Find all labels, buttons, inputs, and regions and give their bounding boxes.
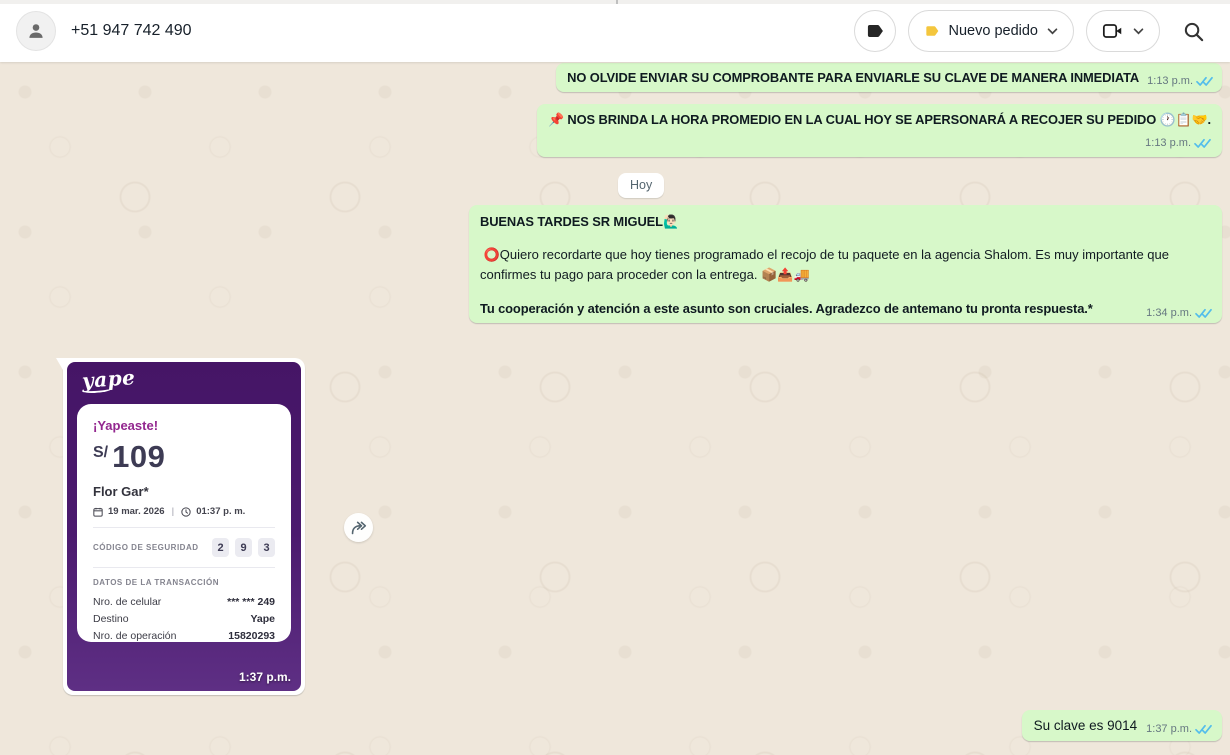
search-button[interactable] (1176, 14, 1210, 48)
order-status-label: Nuevo pedido (949, 23, 1039, 39)
read-receipt-icon (1196, 76, 1213, 87)
outgoing-message-1: NO OLVIDE ENVIAR SU COMPROBANTE PARA ENV… (556, 63, 1222, 92)
clock-icon (181, 507, 191, 517)
read-receipt-icon (1195, 308, 1212, 319)
receipt-time: 01:37 p. m. (196, 506, 245, 517)
forward-message-button[interactable] (344, 513, 373, 542)
row-label: Destino (93, 613, 129, 625)
outgoing-message-3: BUENAS TARDES SR MIGUEL🙋🏻‍♂️ ⭕Quiero rec… (469, 205, 1222, 323)
bubble-tail (56, 358, 63, 370)
message-closing: Tu cooperación y atención a este asunto … (480, 301, 1134, 316)
security-code-label: CÓDIGO DE SEGURIDAD (93, 543, 199, 552)
contact-avatar[interactable] (16, 11, 56, 51)
receipt-card: ¡Yapeaste! S/ 109 Flor Gar* 19 mar. 2026 (77, 404, 291, 642)
separator: | (172, 506, 175, 517)
digit-box: 3 (258, 538, 275, 557)
receipt-amount: S/ 109 (93, 441, 275, 472)
video-camera-icon (1102, 22, 1124, 40)
person-icon (25, 20, 47, 42)
search-icon (1182, 20, 1205, 43)
message-text: Su clave es 9014 (1034, 718, 1138, 733)
chevron-down-icon (1047, 28, 1058, 35)
receipt-datetime: 19 mar. 2026 | 01:37 p. m. (93, 506, 275, 517)
transaction-row: Nro. de operación 15820293 (93, 630, 275, 642)
receipt-title: ¡Yapeaste! (93, 418, 275, 433)
row-value: 15820293 (228, 630, 275, 642)
incoming-image-message[interactable]: yape ¡Yapeaste! S/ 109 Flor Gar* (63, 358, 305, 695)
row-label: Nro. de operación (93, 630, 176, 642)
scrollbar-tick (616, 0, 618, 4)
row-label: Nro. de celular (93, 596, 161, 608)
transaction-section-label: DATOS DE LA TRANSACCIÓN (93, 578, 275, 587)
read-receipt-icon (1194, 138, 1211, 149)
message-greeting: BUENAS TARDES SR MIGUEL🙋🏻‍♂️ (480, 214, 1212, 230)
security-digits: 2 9 3 (212, 538, 275, 557)
amount-value: 109 (112, 441, 165, 472)
message-time: 1:37 p.m. (1146, 723, 1192, 735)
divider (93, 567, 275, 568)
message-text: 📌 NOS BRINDA LA HORA PROMEDIO EN LA CUAL… (548, 112, 1211, 128)
message-meta: 1:34 p.m. (1146, 307, 1212, 319)
receipt-date: 19 mar. 2026 (108, 506, 165, 517)
outgoing-message-2: 📌 NOS BRINDA LA HORA PROMEDIO EN LA CUAL… (537, 104, 1222, 157)
digit-box: 9 (235, 538, 252, 557)
contact-phone-title[interactable]: +51 947 742 490 (71, 22, 192, 40)
read-receipt-icon (1195, 724, 1212, 735)
message-meta: 1:13 p.m. (1147, 75, 1213, 87)
row-value: Yape (250, 613, 275, 625)
message-text: NO OLVIDE ENVIAR SU COMPROBANTE PARA ENV… (567, 70, 1139, 85)
transaction-row: Destino Yape (93, 613, 275, 625)
yape-logo: yape (81, 365, 136, 393)
date-divider: Hoy (618, 173, 664, 198)
message-time-overlay: 1:37 p.m. (239, 670, 291, 684)
message-time: 1:13 p.m. (1145, 137, 1191, 149)
chevron-down-icon (1133, 28, 1144, 35)
message-time: 1:13 p.m. (1147, 75, 1193, 87)
message-time: 1:34 p.m. (1146, 307, 1192, 319)
header-actions: Nuevo pedido (854, 10, 1230, 52)
digit-box: 2 (212, 538, 229, 557)
labels-button[interactable] (854, 10, 896, 52)
forward-icon (350, 520, 367, 535)
label-icon-yellow (924, 23, 940, 39)
row-value: *** *** 249 (227, 596, 275, 608)
video-call-dropdown[interactable] (1086, 10, 1160, 52)
message-meta: 1:37 p.m. (1146, 723, 1212, 735)
top-browser-strip (0, 0, 1230, 4)
message-meta: 1:13 p.m. (1145, 137, 1211, 149)
message-list[interactable]: NO OLVIDE ENVIAR SU COMPROBANTE PARA ENV… (0, 62, 1230, 755)
message-body: ⭕Quiero recordarte que hoy tienes progra… (480, 245, 1212, 285)
transaction-row: Nro. de celular *** *** 249 (93, 596, 275, 608)
yape-receipt-image: yape ¡Yapeaste! S/ 109 Flor Gar* (67, 362, 301, 691)
calendar-icon (93, 507, 103, 517)
security-code-row: CÓDIGO DE SEGURIDAD 2 9 3 (93, 538, 275, 557)
chat-header: +51 947 742 490 Nuevo pedido (0, 0, 1230, 62)
whatsapp-chat-window: +51 947 742 490 Nuevo pedido (0, 0, 1230, 755)
outgoing-message-4: Su clave es 9014 1:37 p.m. (1022, 710, 1222, 741)
order-status-dropdown[interactable]: Nuevo pedido (908, 10, 1075, 52)
currency-symbol: S/ (93, 444, 108, 462)
divider (93, 527, 275, 528)
payer-name: Flor Gar* (93, 484, 275, 499)
label-icon (865, 21, 885, 41)
